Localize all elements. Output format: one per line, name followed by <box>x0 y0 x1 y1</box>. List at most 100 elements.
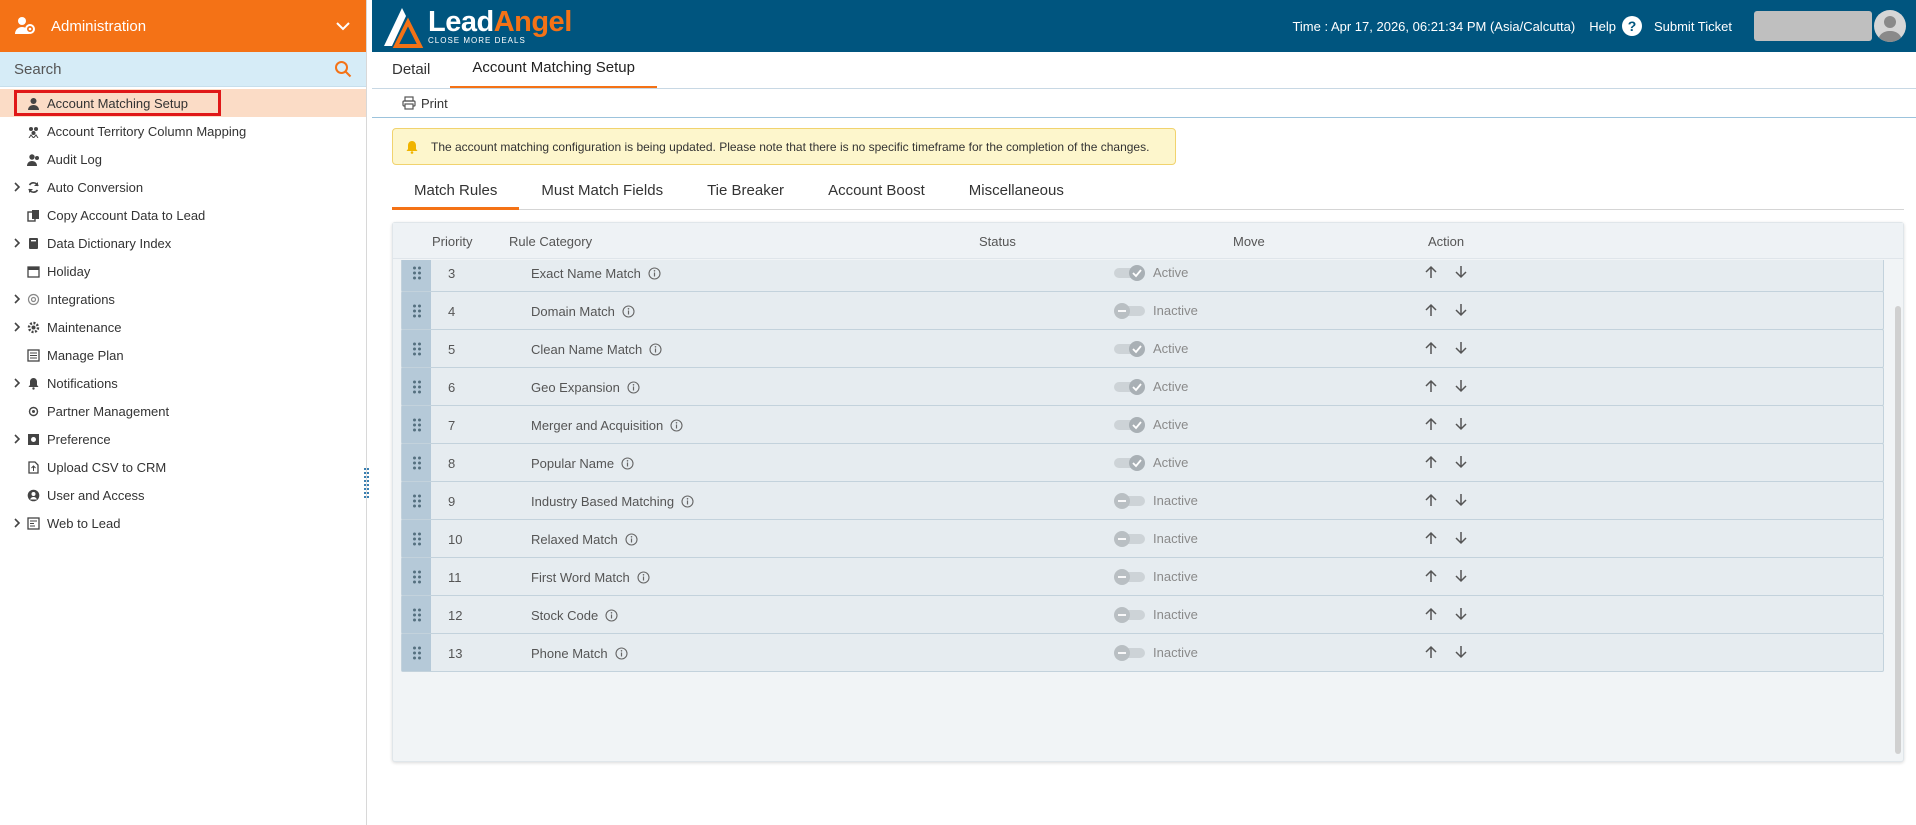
arrow-up-icon[interactable] <box>1423 378 1439 394</box>
table-row[interactable]: 8 Popular Name Active <box>401 443 1884 482</box>
arrow-up-icon[interactable] <box>1423 454 1439 470</box>
sidebar-item-notifications[interactable]: Notifications <box>0 369 366 397</box>
drag-handle-icon[interactable] <box>402 596 431 633</box>
subtab-tie-breaker[interactable]: Tie Breaker <box>685 177 806 210</box>
arrow-up-icon[interactable] <box>1423 416 1439 432</box>
sidebar-item-holiday[interactable]: Holiday <box>0 257 366 285</box>
sidebar-item-audit-log[interactable]: Audit Log <box>0 145 366 173</box>
info-icon[interactable] <box>649 343 662 356</box>
sidebar-resize-handle[interactable] <box>364 468 369 498</box>
search-icon[interactable] <box>334 60 352 78</box>
help-icon[interactable]: ? <box>1621 16 1642 36</box>
tab-account-matching-setup[interactable]: Account Matching Setup <box>450 59 657 88</box>
sidebar-item-account-territory-column-mapping[interactable]: Account Territory Column Mapping <box>0 117 366 145</box>
sidebar-item-manage-plan[interactable]: Manage Plan <box>0 341 366 369</box>
print-button[interactable]: Print <box>402 96 448 111</box>
info-icon[interactable] <box>637 571 650 584</box>
info-icon[interactable] <box>681 495 694 508</box>
arrow-up-icon[interactable] <box>1423 492 1439 508</box>
submit-ticket-link[interactable]: Submit Ticket <box>1654 19 1732 34</box>
table-row[interactable]: 4 Domain Match Inactive <box>401 291 1884 330</box>
arrow-down-icon[interactable] <box>1453 454 1469 470</box>
arrow-down-icon[interactable] <box>1453 378 1469 394</box>
sidebar-item-account-matching-setup[interactable]: Account Matching Setup <box>0 89 366 117</box>
drag-handle-icon[interactable] <box>402 260 431 291</box>
drag-handle-icon[interactable] <box>402 292 431 329</box>
arrow-down-icon[interactable] <box>1453 530 1469 546</box>
column-header-action[interactable]: Action <box>1428 234 1464 249</box>
info-icon[interactable] <box>625 533 638 546</box>
sidebar-item-partner-management[interactable]: Partner Management <box>0 397 366 425</box>
table-row[interactable]: 10 Relaxed Match Inactive <box>401 519 1884 558</box>
status-toggle[interactable] <box>1113 644 1147 662</box>
chevron-right-icon[interactable] <box>12 378 22 388</box>
drag-handle-icon[interactable] <box>402 558 431 595</box>
table-row[interactable]: 11 First Word Match Inactive <box>401 557 1884 596</box>
arrow-down-icon[interactable] <box>1453 416 1469 432</box>
admin-module-header[interactable]: Administration <box>0 0 366 52</box>
drag-handle-icon[interactable] <box>402 520 431 557</box>
drag-handle-icon[interactable] <box>402 444 431 481</box>
info-icon[interactable] <box>670 419 683 432</box>
status-toggle[interactable] <box>1113 340 1147 358</box>
arrow-down-icon[interactable] <box>1453 302 1469 318</box>
arrow-down-icon[interactable] <box>1453 492 1469 508</box>
info-icon[interactable] <box>627 381 640 394</box>
arrow-down-icon[interactable] <box>1453 264 1469 280</box>
sidebar-item-integrations[interactable]: Integrations <box>0 285 366 313</box>
sidebar-item-auto-conversion[interactable]: Auto Conversion <box>0 173 366 201</box>
status-toggle[interactable] <box>1113 492 1147 510</box>
sidebar-search-input[interactable] <box>14 60 334 78</box>
info-icon[interactable] <box>622 305 635 318</box>
column-header-rule-category[interactable]: Rule Category <box>509 234 592 249</box>
info-icon[interactable] <box>621 457 634 470</box>
info-icon[interactable] <box>615 647 628 660</box>
grid-scrollbar[interactable] <box>1895 306 1901 754</box>
sidebar-item-maintenance[interactable]: Maintenance <box>0 313 366 341</box>
leadangel-logo[interactable]: LeadAngel CLOSE MORE DEALS <box>380 3 580 49</box>
arrow-up-icon[interactable] <box>1423 644 1439 660</box>
sidebar-item-user-and-access[interactable]: User and Access <box>0 481 366 509</box>
chevron-right-icon[interactable] <box>12 518 22 528</box>
table-row[interactable]: 12 Stock Code Inactive <box>401 595 1884 634</box>
column-header-move[interactable]: Move <box>1233 234 1265 249</box>
subtab-match-rules[interactable]: Match Rules <box>392 177 520 210</box>
status-toggle[interactable] <box>1113 416 1147 434</box>
subtab-account-boost[interactable]: Account Boost <box>806 177 947 210</box>
status-toggle[interactable] <box>1113 606 1147 624</box>
info-icon[interactable] <box>605 609 618 622</box>
status-toggle[interactable] <box>1113 378 1147 396</box>
drag-handle-icon[interactable] <box>402 406 431 443</box>
drag-handle-icon[interactable] <box>402 482 431 519</box>
chevron-right-icon[interactable] <box>12 294 22 304</box>
arrow-down-icon[interactable] <box>1453 606 1469 622</box>
user-name-box[interactable] <box>1754 11 1872 41</box>
sidebar-item-web-to-lead[interactable]: Web to Lead <box>0 509 366 537</box>
tab-detail[interactable]: Detail <box>372 61 450 88</box>
column-header-priority[interactable]: Priority <box>432 234 472 249</box>
status-toggle[interactable] <box>1113 530 1147 548</box>
table-row[interactable]: 5 Clean Name Match Active <box>401 329 1884 368</box>
status-toggle[interactable] <box>1113 302 1147 320</box>
chevron-right-icon[interactable] <box>12 434 22 444</box>
column-header-status[interactable]: Status <box>979 234 1016 249</box>
info-icon[interactable] <box>648 267 661 280</box>
arrow-up-icon[interactable] <box>1423 340 1439 356</box>
arrow-up-icon[interactable] <box>1423 568 1439 584</box>
chevron-right-icon[interactable] <box>12 238 22 248</box>
help-link[interactable]: Help? <box>1589 16 1642 36</box>
subtab-miscellaneous[interactable]: Miscellaneous <box>947 177 1086 210</box>
table-row[interactable]: 9 Industry Based Matching Inactive <box>401 481 1884 520</box>
arrow-up-icon[interactable] <box>1423 530 1439 546</box>
table-row[interactable]: 13 Phone Match Inactive <box>401 633 1884 672</box>
chevron-right-icon[interactable] <box>12 322 22 332</box>
table-row[interactable]: 7 Merger and Acquisition Active <box>401 405 1884 444</box>
arrow-down-icon[interactable] <box>1453 568 1469 584</box>
arrow-up-icon[interactable] <box>1423 264 1439 280</box>
drag-handle-icon[interactable] <box>402 368 431 405</box>
chevron-down-icon[interactable] <box>334 17 352 35</box>
subtab-must-match-fields[interactable]: Must Match Fields <box>519 177 685 210</box>
drag-handle-icon[interactable] <box>402 634 431 671</box>
sidebar-item-upload-csv-to-crm[interactable]: Upload CSV to CRM <box>0 453 366 481</box>
status-toggle[interactable] <box>1113 568 1147 586</box>
